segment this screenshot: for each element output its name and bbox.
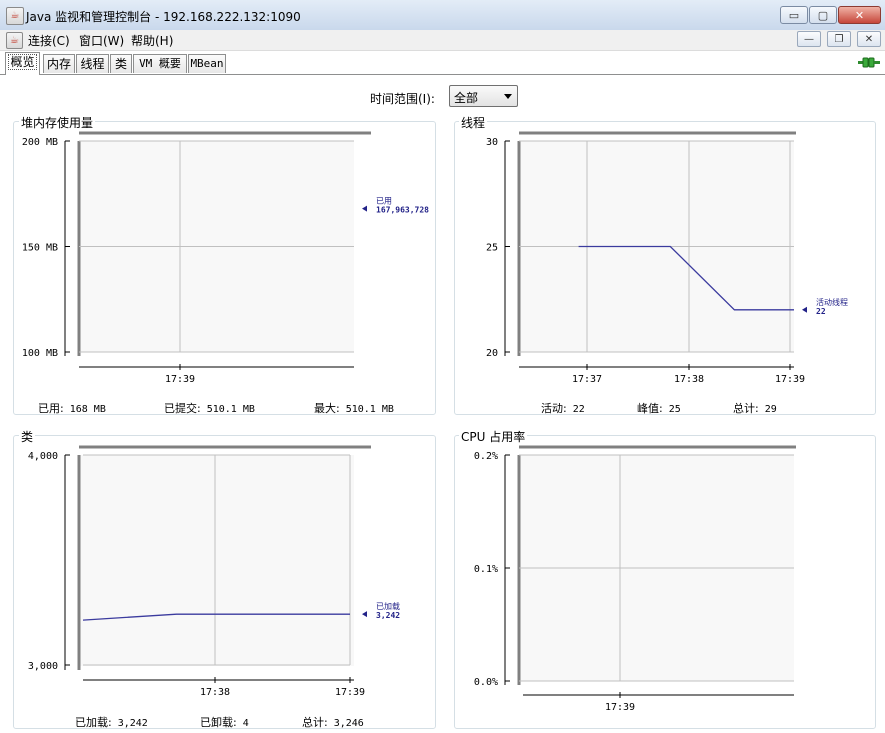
- x-tick-label: 17:38: [200, 687, 230, 698]
- classes-total-stat: 总计: 3,246: [302, 714, 364, 730]
- stat-label: 活动:: [541, 402, 567, 415]
- plot-area: [79, 455, 354, 666]
- x-tick-label: 17:39: [605, 702, 635, 713]
- tab-overview[interactable]: 概览: [5, 52, 40, 75]
- heap-committed-stat: 已提交: 510.1 MB: [164, 400, 255, 416]
- menu-connection[interactable]: 连接(C): [28, 32, 70, 49]
- heap-memory-chart: 200 MB 150 MB 100 MB 17:39 已用167,963,728: [22, 131, 429, 385]
- minimize-icon: ▭: [788, 8, 800, 22]
- value-marker: [802, 306, 807, 313]
- stat-value: 4: [242, 718, 249, 729]
- threads-live-stat: 活动: 22: [541, 400, 585, 416]
- value-marker: [362, 205, 367, 212]
- marker-value-label: 22: [816, 307, 826, 316]
- stat-value: 29: [764, 404, 777, 415]
- chevron-down-icon: [504, 94, 512, 99]
- y-tick-label: 0.2%: [474, 451, 498, 462]
- y-tick-label: 4,000: [28, 451, 58, 462]
- window-maximize-button[interactable]: ▢: [809, 6, 837, 24]
- window-minimize-button[interactable]: ▭: [780, 6, 808, 24]
- y-tick-label: 100 MB: [22, 348, 58, 359]
- tab-threads[interactable]: 线程: [76, 54, 109, 73]
- marker-value-label: 167,963,728: [376, 206, 429, 215]
- menu-window[interactable]: 窗口(W): [79, 32, 124, 49]
- marker-series-label: 已用: [376, 197, 392, 206]
- tab-label: MBean: [190, 57, 224, 70]
- inner-close-button[interactable]: ✕: [857, 31, 881, 47]
- marker-series-label: 已加载: [376, 601, 400, 611]
- stat-value: 3,242: [117, 718, 148, 729]
- time-range-label: 时间范围(I):: [370, 92, 435, 106]
- restore-icon: ❐: [834, 33, 844, 45]
- x-tick-label: 17:39: [775, 374, 805, 385]
- java-cup-icon: ☕: [6, 7, 24, 25]
- stat-label: 已加载:: [75, 716, 112, 729]
- tab-mbean[interactable]: MBean: [188, 54, 226, 73]
- y-tick-label: 200 MB: [22, 137, 58, 148]
- stat-value: 510.1 MB: [206, 404, 255, 415]
- marker-series-label: 活动线程: [816, 297, 848, 307]
- minimize-icon: —: [804, 33, 814, 45]
- threads-total-stat: 总计: 29: [733, 400, 777, 416]
- stat-label: 已用:: [38, 402, 64, 415]
- time-range-value: 全部: [454, 91, 479, 105]
- heap-max-stat: 最大: 510.1 MB: [314, 400, 394, 416]
- y-tick-label: 20: [486, 348, 498, 359]
- tab-label: 概览: [8, 54, 37, 70]
- y-tick-label: 25: [486, 243, 498, 254]
- stat-label: 总计:: [733, 402, 759, 415]
- tab-classes[interactable]: 类: [110, 54, 132, 73]
- stat-value: 3,246: [333, 718, 364, 729]
- stat-label: 峰值:: [637, 402, 663, 415]
- close-icon: ✕: [864, 33, 874, 45]
- close-icon: ✕: [854, 8, 865, 22]
- y-tick-label: 0.1%: [474, 564, 498, 575]
- classes-unloaded-stat: 已卸载: 4: [200, 714, 249, 730]
- stat-label: 已提交:: [164, 402, 201, 415]
- tab-vm-summary[interactable]: VM 概要: [133, 54, 187, 73]
- value-marker: [362, 611, 367, 618]
- y-tick-label: 30: [486, 137, 498, 148]
- x-tick-label: 17:39: [335, 687, 365, 698]
- threads-peak-stat: 峰值: 25: [637, 400, 681, 416]
- y-tick-label: 3,000: [28, 661, 58, 672]
- stat-label: 总计:: [302, 716, 328, 729]
- heap-used-stat: 已用: 168 MB: [38, 400, 106, 416]
- stat-label: 最大:: [314, 402, 340, 415]
- menu-help[interactable]: 帮助(H): [131, 32, 173, 49]
- stat-value: 510.1 MB: [345, 404, 394, 415]
- maximize-icon: ▢: [817, 8, 829, 22]
- inner-minimize-button[interactable]: —: [797, 31, 821, 47]
- stat-value: 168 MB: [69, 404, 106, 415]
- stat-value: 25: [668, 404, 681, 415]
- window-close-button[interactable]: ✕: [838, 6, 881, 24]
- window-title: Java 监视和管理控制台 - 192.168.222.132:1090: [26, 10, 301, 24]
- title-bar: ☕ Java 监视和管理控制台 - 192.168.222.132:1090 ▭…: [0, 0, 885, 31]
- threads-chart: 30 25 20 17:37 17:38 17:39 活动线程22: [486, 131, 848, 385]
- classes-chart: 4,000 3,000 17:38 17:39 已加载3,242: [28, 445, 400, 698]
- cpu-chart: 0.2% 0.1% 0.0% 17:39: [474, 445, 796, 713]
- tab-label: 类: [114, 57, 127, 71]
- stat-label: 已卸载:: [200, 716, 237, 729]
- inner-restore-button[interactable]: ❐: [827, 31, 851, 47]
- tab-label: VM 概要: [139, 57, 181, 70]
- marker-value-label: 3,242: [376, 611, 400, 620]
- time-range-select[interactable]: 全部: [449, 85, 518, 107]
- tab-label: 内存: [46, 57, 71, 71]
- y-tick-label: 0.0%: [474, 677, 498, 688]
- x-tick-label: 17:37: [572, 374, 602, 385]
- tab-bar: 概览 内存 线程 类 VM 概要 MBean: [0, 51, 885, 75]
- stat-value: 22: [572, 404, 585, 415]
- connection-status-icon[interactable]: [858, 57, 880, 68]
- java-cup-icon[interactable]: ☕: [6, 32, 23, 49]
- x-tick-label: 17:38: [674, 374, 704, 385]
- menu-bar: ☕ 连接(C) 窗口(W) 帮助(H) — ❐ ✕: [0, 30, 885, 51]
- y-tick-label: 150 MB: [22, 243, 58, 254]
- tab-memory[interactable]: 内存: [43, 54, 75, 73]
- tab-label: 线程: [80, 57, 105, 71]
- classes-loaded-stat: 已加载: 3,242: [75, 714, 148, 730]
- x-tick-label: 17:39: [165, 374, 195, 385]
